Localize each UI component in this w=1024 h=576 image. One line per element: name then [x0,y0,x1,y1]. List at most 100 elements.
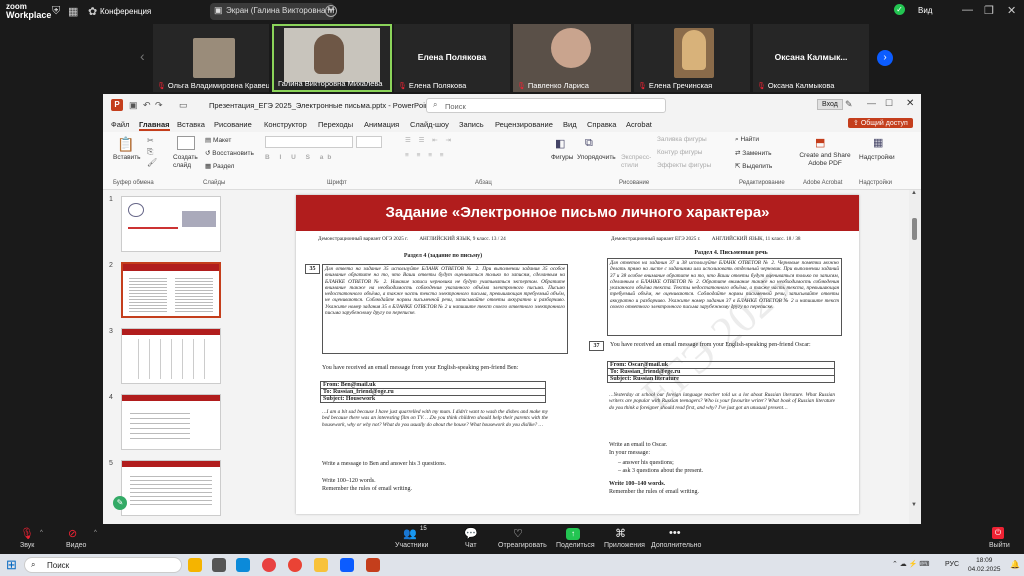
save-icon[interactable]: ▣ [129,100,138,111]
participant-tile[interactable]: Оксана Калмык... 🎙 Оксана Калмыкова [753,24,869,92]
slideshow-icon[interactable]: ▭ [179,100,188,111]
paragraph-list-icons[interactable]: ☰ ☰ ⇤ ⇥ [405,136,454,144]
yandex-icon[interactable] [262,558,276,572]
reset-button[interactable]: ↺ Восстановить [205,149,254,157]
pen-tool-icon[interactable]: ✎ [113,496,127,510]
redo-icon[interactable]: ↷ [155,100,163,111]
language-indicator[interactable]: РУС [945,561,959,568]
tab-design[interactable]: Конструктор [264,120,307,129]
sign-in-button[interactable]: Вход [817,99,843,110]
slide-canvas[interactable]: Задание «Электронное письмо личного хара… [296,195,859,514]
video-button[interactable]: Видео [66,542,86,549]
encryption-check-icon[interactable]: ✓ [894,4,905,15]
tab-acrobat[interactable]: Acrobat [626,120,652,129]
paste-button[interactable]: Вставить [113,154,141,161]
taskbar-search[interactable]: ⌕ Поиск [24,557,182,573]
paste-icon[interactable]: 📋 [117,136,134,153]
undo-icon[interactable]: ↶ [143,100,151,111]
explorer-icon[interactable] [314,558,328,572]
scrollbar-thumb[interactable] [912,218,917,240]
leave-icon[interactable]: ⏻ [992,527,1004,539]
windows-start-icon[interactable]: ⊞ [6,557,17,573]
share-screen-icon[interactable]: ↑ [566,528,580,540]
restore-icon[interactable]: ❐ [984,4,994,17]
view-menu-label[interactable]: Вид [918,6,932,15]
tab-record[interactable]: Запись [459,120,484,129]
prev-arrow-icon[interactable]: ‹ [140,48,145,64]
clock[interactable]: 18:09 04.02.2025 [968,556,1001,574]
chrome-icon[interactable] [288,558,302,572]
task-view-icon[interactable] [212,558,226,572]
chat-button[interactable]: Чат [465,542,477,549]
addins-button[interactable]: Надстройки [859,154,895,161]
apps-button[interactable]: Приложения [604,542,645,549]
font-size-select[interactable] [356,136,382,148]
close-icon[interactable]: ✕ [906,98,914,109]
participants-icon[interactable]: 👥 [403,527,417,540]
share-screen-button[interactable]: Поделиться [556,542,595,549]
next-page-icon[interactable]: › [877,50,893,66]
arrange-button[interactable]: Упорядочить [577,154,616,161]
screen-share-pill[interactable]: ▣ Экран (Галина Викторовна Ми [210,3,334,20]
mic-muted-icon[interactable]: 🎙 [20,527,34,540]
more-icon[interactable]: ••• [325,5,337,17]
new-slide-button[interactable]: Создать слайд [173,154,201,170]
grid-icon[interactable]: ▦ [68,5,78,18]
edge-icon[interactable] [236,558,250,572]
chat-icon[interactable]: 💬 [464,527,478,540]
audio-button[interactable]: Звук [20,542,34,549]
font-format-icons[interactable]: B I U S ab [265,154,335,161]
tab-draw[interactable]: Рисование [214,120,252,129]
leave-button[interactable]: Выйти [989,542,1010,549]
new-slide-icon[interactable] [177,136,195,150]
quick-styles-button[interactable]: Экспресс-стили [621,154,651,170]
slide-thumbnail[interactable] [121,460,221,516]
shapes-icon[interactable]: ◧ [555,137,565,150]
maximize-icon[interactable]: ☐ [885,98,893,109]
find-button[interactable]: ⌕ Найти [735,136,759,144]
arrange-icon[interactable]: ⧉ [585,137,593,150]
scroll-up-icon[interactable]: ▲ [911,190,917,196]
participant-tile-active[interactable]: Галина Викторовна Михалева [272,24,392,92]
minimize-icon[interactable]: — [962,4,973,16]
paragraph-align-icons[interactable]: ≡ ≡ ≡ ≡ [405,152,447,159]
slide-thumbnail[interactable] [121,394,221,450]
share-button[interactable]: ⇪ Общий доступ [848,118,913,128]
adobe-pdf-icon[interactable]: ⬒ [815,136,825,149]
audio-menu-chevron-icon[interactable]: ^ [40,530,43,536]
shape-outline-button[interactable]: Контур фигуры [657,149,702,156]
video-menu-chevron-icon[interactable]: ^ [94,530,97,536]
tab-slideshow[interactable]: Слайд-шоу [410,120,449,129]
participant-tile[interactable]: Елена Полякова 🎙 Елена Полякова [394,24,510,92]
layout-button[interactable]: ▤ Макет [205,136,231,144]
shape-fill-button[interactable]: Заливка фигуры [657,136,707,143]
tray-icons[interactable]: ⌃ ☁ ⚡ ⌨ [892,560,930,568]
tab-help[interactable]: Справка [587,120,616,129]
tab-insert[interactable]: Вставка [177,120,205,129]
notifications-icon[interactable]: 🔔 [1010,560,1020,569]
scroll-down-icon[interactable]: ▼ [911,502,917,508]
tab-file[interactable]: Файл [111,120,129,129]
users-icon[interactable]: ✿ [88,5,97,18]
tab-home[interactable]: Главная [139,120,170,131]
participant-tile[interactable]: 🎙 Ольга Владимировна Кравец [153,24,269,92]
more-button[interactable]: Дополнительно [651,542,701,549]
minimize-icon[interactable]: — [867,98,876,108]
format-painter-icon[interactable]: 🖌 [147,158,157,167]
react-button[interactable]: Отреагировать [498,542,547,549]
pen-icon[interactable]: ✎ [845,99,853,110]
powerpoint-app-icon[interactable] [366,558,380,572]
shape-effects-button[interactable]: Эффекты фигуры [657,162,711,169]
apps-icon[interactable]: ⌘ [615,527,626,540]
weather-icon[interactable] [188,558,202,572]
shapes-button[interactable]: Фигуры [551,154,573,161]
search-box[interactable]: ⌕ Поиск [426,98,666,113]
tab-review[interactable]: Рецензирование [495,120,553,129]
vertical-scrollbar[interactable]: ▲ ▼ [909,190,921,524]
replace-button[interactable]: ⇄ Заменить [735,149,771,157]
more-icon[interactable]: ••• [669,527,681,539]
addins-icon[interactable]: ▦ [873,136,883,149]
slide-thumbnail-selected[interactable] [121,262,221,318]
font-name-select[interactable] [265,136,353,148]
create-adobe-pdf-button[interactable]: Create and Share Adobe PDF [797,152,853,168]
